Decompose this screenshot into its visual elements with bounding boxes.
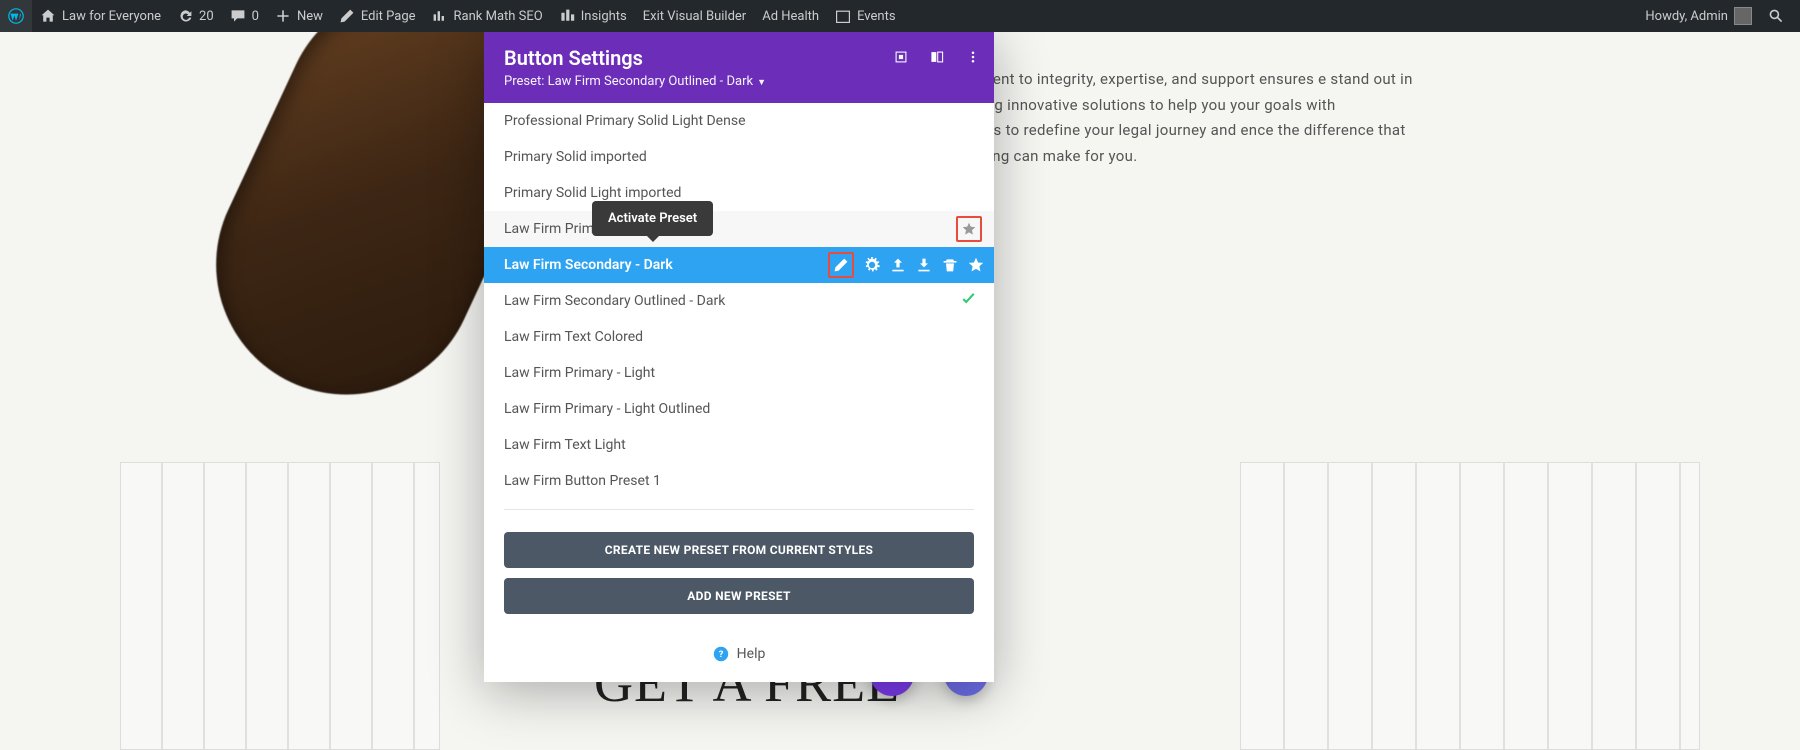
updates[interactable]: 20: [169, 0, 222, 32]
wp-logo[interactable]: [0, 0, 32, 32]
exit-builder-label: Exit Visual Builder: [643, 9, 746, 24]
check-icon: [961, 292, 976, 311]
events[interactable]: Events: [827, 0, 903, 32]
upload-icon[interactable]: [890, 257, 906, 273]
comment-icon: [230, 8, 246, 24]
plus-icon: [275, 8, 291, 24]
insights-label: Insights: [581, 9, 627, 24]
preset-item-active[interactable]: Law Firm Secondary Outlined - Dark: [484, 283, 994, 319]
comments-count: 0: [252, 9, 259, 24]
modal-header: Button Settings Preset: Law Firm Seconda…: [484, 32, 994, 103]
avatar: [1734, 7, 1752, 25]
preset-selector[interactable]: Preset: Law Firm Secondary Outlined - Da…: [504, 74, 974, 89]
new-content[interactable]: New: [267, 0, 331, 32]
site-name[interactable]: Law for Everyone: [32, 0, 169, 32]
preset-list: Professional Primary Solid Light Dense P…: [484, 103, 994, 499]
help-link[interactable]: ? Help: [484, 632, 994, 682]
help-icon: ?: [713, 646, 729, 662]
button-settings-modal: Button Settings Preset: Law Firm Seconda…: [484, 32, 994, 682]
preset-item[interactable]: Law Firm Primary - Light Outlined: [484, 391, 994, 427]
new-label: New: [297, 9, 323, 24]
search[interactable]: [1760, 0, 1792, 32]
site-name-label: Law for Everyone: [62, 9, 161, 24]
preset-item[interactable]: Primary Solid imported: [484, 139, 994, 175]
preset-item[interactable]: Law Firm Primary - Light: [484, 355, 994, 391]
trash-icon[interactable]: [942, 257, 958, 273]
wp-admin-bar: Law for Everyone 20 0 New Edit Page Rank…: [0, 0, 1800, 32]
preset-item[interactable]: Law Firm Text Colored: [484, 319, 994, 355]
star-filled-icon[interactable]: [968, 257, 984, 273]
help-label: Help: [737, 646, 766, 662]
ad-health-label: Ad Health: [762, 9, 819, 24]
refresh-icon: [177, 8, 193, 24]
edit-page-label: Edit Page: [361, 9, 416, 24]
column-image-right: [1240, 462, 1700, 750]
search-icon: [1768, 8, 1784, 24]
rank-math[interactable]: Rank Math SEO: [424, 0, 551, 32]
preset-buttons: CREATE NEW PRESET FROM CURRENT STYLES AD…: [484, 520, 994, 632]
divider: [504, 509, 974, 510]
preset-item[interactable]: Professional Primary Solid Light Dense: [484, 103, 994, 139]
star-icon: [962, 222, 976, 236]
rank-math-label: Rank Math SEO: [454, 9, 543, 24]
tooltip-activate: Activate Preset: [592, 201, 713, 236]
preset-item[interactable]: Primary Solid Light imported: [484, 175, 994, 211]
svg-text:?: ?: [718, 649, 723, 660]
download-icon[interactable]: [916, 257, 932, 273]
add-preset-button[interactable]: ADD NEW PRESET: [504, 578, 974, 614]
bars-icon: [559, 8, 575, 24]
gear-icon[interactable]: [864, 257, 880, 273]
edit-preset-button[interactable]: [828, 252, 854, 278]
pencil-icon: [833, 257, 849, 273]
more-icon[interactable]: [966, 50, 980, 64]
howdy-label: Howdy, Admin: [1645, 9, 1728, 24]
home-icon: [40, 8, 56, 24]
caret-down-icon: ▼: [757, 78, 766, 88]
ad-health[interactable]: Ad Health: [754, 0, 827, 32]
snap-icon[interactable]: [930, 50, 944, 64]
preset-item-selected[interactable]: Law Firm Secondary - Dark: [484, 247, 994, 283]
edit-page[interactable]: Edit Page: [331, 0, 424, 32]
preset-item[interactable]: Law Firm Button Preset 1: [484, 463, 994, 499]
insights[interactable]: Insights: [551, 0, 635, 32]
updates-count: 20: [199, 9, 214, 24]
preset-item[interactable]: Law Firm Prima Activate Preset: [484, 211, 994, 247]
chart-icon: [432, 8, 448, 24]
user-menu[interactable]: Howdy, Admin: [1637, 0, 1760, 32]
comments[interactable]: 0: [222, 0, 267, 32]
exit-builder[interactable]: Exit Visual Builder: [635, 0, 754, 32]
create-preset-button[interactable]: CREATE NEW PRESET FROM CURRENT STYLES: [504, 532, 974, 568]
default-star-button[interactable]: [956, 216, 982, 242]
preset-actions: [828, 252, 984, 278]
events-label: Events: [857, 9, 895, 24]
wordpress-icon: [8, 8, 24, 24]
column-image-left: [120, 462, 440, 750]
calendar-icon: [835, 8, 851, 24]
preset-item[interactable]: Law Firm Text Light: [484, 427, 994, 463]
pencil-icon: [339, 8, 355, 24]
expand-icon[interactable]: [894, 50, 908, 64]
